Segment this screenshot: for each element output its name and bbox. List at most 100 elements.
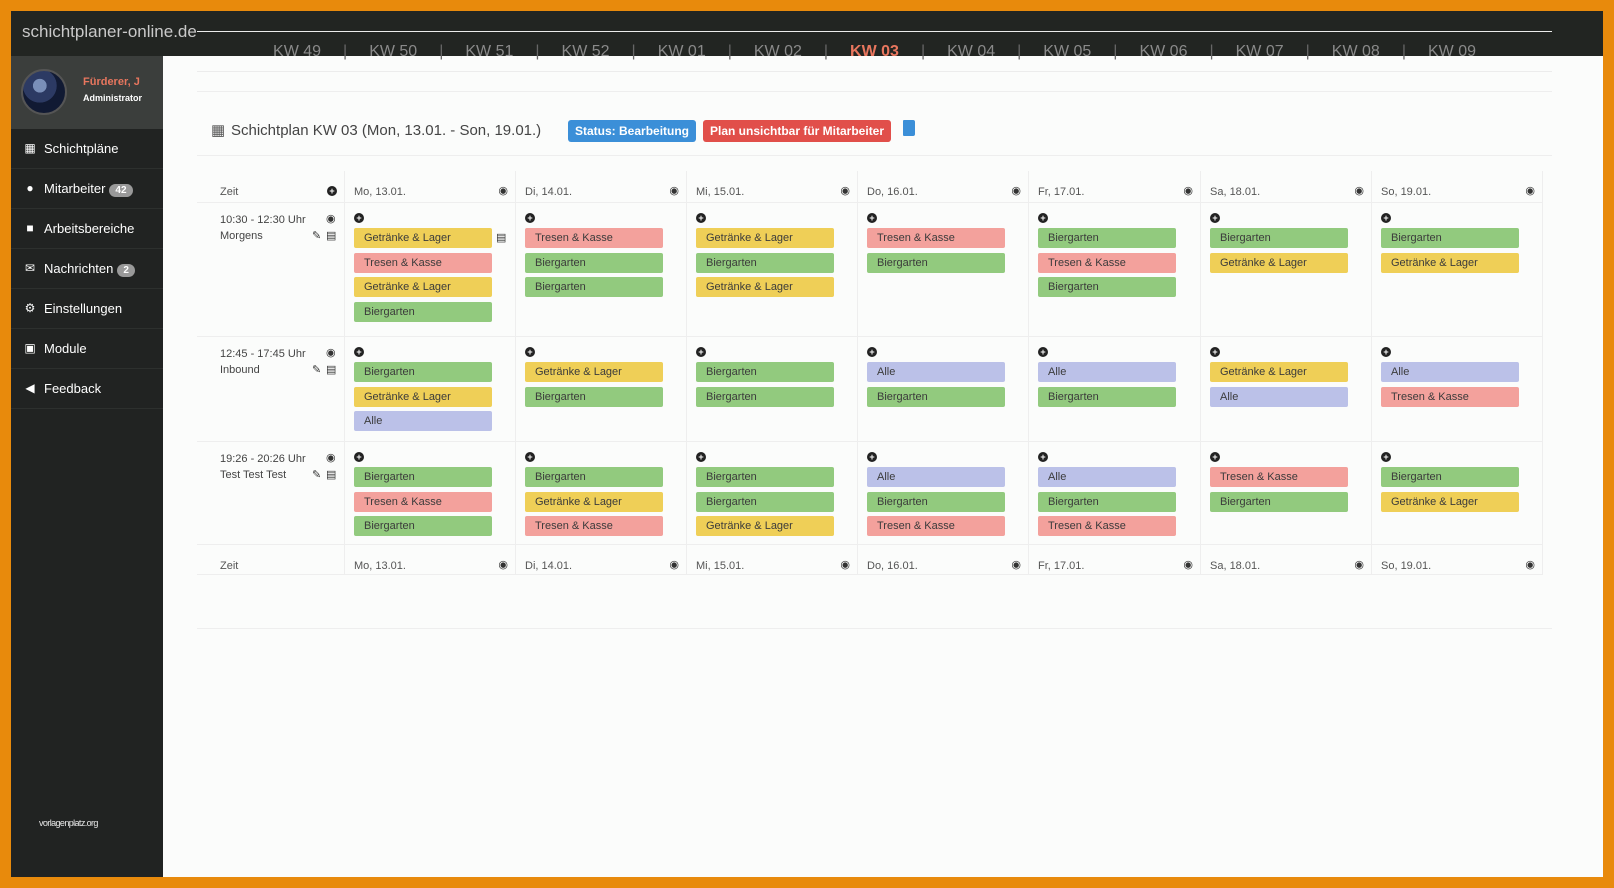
assignment-tag[interactable]: Biergarten (1038, 228, 1176, 248)
sidebar-item-module[interactable]: ▣ Module (11, 329, 163, 369)
add-assignment-icon[interactable]: + (354, 452, 364, 462)
week-link-kw07[interactable]: KW 07 (1225, 43, 1295, 61)
add-assignment-icon[interactable]: + (1038, 347, 1048, 357)
add-assignment-icon[interactable]: + (525, 347, 535, 357)
eye-slash-icon[interactable]: ◉ (669, 184, 679, 197)
assignment-tag[interactable]: Getränke & Lager (1210, 252, 1348, 273)
assignment-tag[interactable]: Tresen & Kasse (354, 491, 492, 512)
sidebar-item-mitarbeiter[interactable]: ● Mitarbeiter 42 (11, 169, 163, 209)
edit-icon[interactable]: ✎ (312, 468, 321, 481)
assignment-tag[interactable]: Biergarten (867, 386, 1005, 407)
add-assignment-icon[interactable]: + (696, 213, 706, 223)
assignment-tag[interactable]: Biergarten (525, 277, 663, 297)
book-icon[interactable] (903, 120, 915, 136)
sidebar-item-feedback[interactable]: ◀ Feedback (11, 369, 163, 409)
assignment-tag[interactable]: Biergarten (696, 362, 834, 382)
trash-icon[interactable]: ▤ (326, 363, 336, 376)
assignment-tag[interactable]: Alle (1038, 467, 1176, 487)
assignment-tag[interactable]: Biergarten (354, 467, 492, 487)
assignment-tag[interactable]: Biergarten (696, 491, 834, 512)
assignment-tag[interactable]: Getränke & Lager (696, 228, 834, 248)
assignment-tag[interactable]: Getränke & Lager (696, 516, 834, 536)
eye-slash-icon[interactable]: ◉ (1183, 558, 1193, 571)
assignment-tag[interactable]: Biergarten (867, 491, 1005, 512)
status-badge[interactable]: Status: Bearbeitung (568, 120, 697, 142)
add-assignment-icon[interactable]: + (1210, 452, 1220, 462)
add-assignment-icon[interactable]: + (525, 452, 535, 462)
assignment-tag[interactable]: Alle (1038, 362, 1176, 382)
eye-slash-icon[interactable]: ◉ (1354, 558, 1364, 571)
add-assignment-icon[interactable]: + (1210, 347, 1220, 357)
sidebar-item-einstellungen[interactable]: ⚙ Einstellungen (11, 289, 163, 329)
visibility-badge[interactable]: Plan unsichtbar für Mitarbeiter (703, 120, 892, 142)
assignment-tag[interactable]: Biergarten (525, 386, 663, 407)
assignment-tag[interactable]: Getränke & Lager (1381, 491, 1519, 512)
assignment-tag[interactable]: Alle (867, 467, 1005, 487)
assignment-tag[interactable]: Tresen & Kasse (525, 516, 663, 536)
assignment-tag[interactable]: Tresen & Kasse (867, 516, 1005, 536)
add-assignment-icon[interactable]: + (867, 213, 877, 223)
eye-slash-icon[interactable]: ◉ (1011, 558, 1021, 571)
assignment-tag[interactable]: Getränke & Lager (354, 228, 492, 248)
week-link-kw51[interactable]: KW 51 (454, 43, 524, 61)
assignment-tag[interactable]: Biergarten (354, 362, 492, 382)
assignment-tag[interactable]: Getränke & Lager (525, 491, 663, 512)
week-link-kw03[interactable]: KW 03 (839, 43, 910, 61)
add-assignment-icon[interactable]: + (1038, 452, 1048, 462)
add-assignment-icon[interactable]: + (696, 452, 706, 462)
assignment-tag[interactable]: Tresen & Kasse (1038, 516, 1176, 536)
eye-slash-icon[interactable]: ◉ (498, 184, 508, 197)
assignment-tag[interactable]: Biergarten (354, 516, 492, 536)
eye-slash-icon[interactable]: ◉ (1525, 558, 1535, 571)
add-assignment-icon[interactable]: + (1381, 213, 1391, 223)
eye-slash-icon[interactable]: ◉ (669, 558, 679, 571)
assignment-tag[interactable]: Biergarten (525, 252, 663, 273)
eye-slash-icon[interactable]: ◉ (1183, 184, 1193, 197)
assignment-tag[interactable]: Biergarten (696, 386, 834, 407)
assignment-tag[interactable]: Alle (867, 362, 1005, 382)
assignment-tag[interactable]: Tresen & Kasse (1381, 386, 1519, 407)
eye-slash-icon[interactable]: ◉ (498, 558, 508, 571)
eye-slash-icon[interactable]: ◉ (326, 451, 336, 464)
week-link-kw06[interactable]: KW 06 (1128, 43, 1198, 61)
assignment-tag[interactable]: Alle (354, 411, 492, 431)
assignment-tag[interactable]: Biergarten (1381, 467, 1519, 487)
avatar[interactable] (21, 69, 67, 115)
eye-slash-icon[interactable]: ◉ (1525, 184, 1535, 197)
assignment-tag[interactable]: Getränke & Lager (354, 277, 492, 297)
eye-slash-icon[interactable]: ◉ (1011, 184, 1021, 197)
assignment-tag[interactable]: Biergarten (1381, 228, 1519, 248)
assignment-tag[interactable]: Biergarten (1038, 491, 1176, 512)
add-assignment-icon[interactable]: + (1210, 213, 1220, 223)
add-assignment-icon[interactable]: + (867, 347, 877, 357)
sidebar-item-arbeitsbereiche[interactable]: ■ Arbeitsbereiche (11, 209, 163, 249)
eye-slash-icon[interactable]: ◉ (840, 558, 850, 571)
trash-icon[interactable]: ▤ (496, 231, 506, 244)
assignment-tag[interactable]: Biergarten (1210, 228, 1348, 248)
assignment-tag[interactable]: Tresen & Kasse (525, 228, 663, 248)
week-link-kw08[interactable]: KW 08 (1321, 43, 1391, 61)
add-shift-icon[interactable]: + (327, 186, 337, 196)
app-title-link[interactable]: schichtplaner-online.de (22, 22, 197, 42)
eye-slash-icon[interactable]: ◉ (1354, 184, 1364, 197)
add-assignment-icon[interactable]: + (1381, 347, 1391, 357)
assignment-tag[interactable]: Getränke & Lager (354, 386, 492, 407)
week-link-kw02[interactable]: KW 02 (743, 43, 813, 61)
trash-icon[interactable]: ▤ (326, 229, 336, 242)
add-assignment-icon[interactable]: + (354, 213, 364, 223)
assignment-tag[interactable]: Alle (1210, 386, 1348, 407)
edit-icon[interactable]: ✎ (312, 229, 321, 242)
week-link-kw01[interactable]: KW 01 (647, 43, 717, 61)
assignment-tag[interactable]: Getränke & Lager (1381, 252, 1519, 273)
week-link-kw50[interactable]: KW 50 (358, 43, 428, 61)
assignment-tag[interactable]: Biergarten (696, 252, 834, 273)
assignment-tag[interactable]: Tresen & Kasse (1210, 467, 1348, 487)
assignment-tag[interactable]: Biergarten (696, 467, 834, 487)
assignment-tag[interactable]: Biergarten (1038, 386, 1176, 407)
week-link-kw04[interactable]: KW 04 (936, 43, 1006, 61)
assignment-tag[interactable]: Biergarten (1210, 491, 1348, 512)
assignment-tag[interactable]: Getränke & Lager (696, 277, 834, 297)
assignment-tag[interactable]: Getränke & Lager (1210, 362, 1348, 382)
week-link-kw52[interactable]: KW 52 (551, 43, 621, 61)
eye-slash-icon[interactable]: ◉ (840, 184, 850, 197)
